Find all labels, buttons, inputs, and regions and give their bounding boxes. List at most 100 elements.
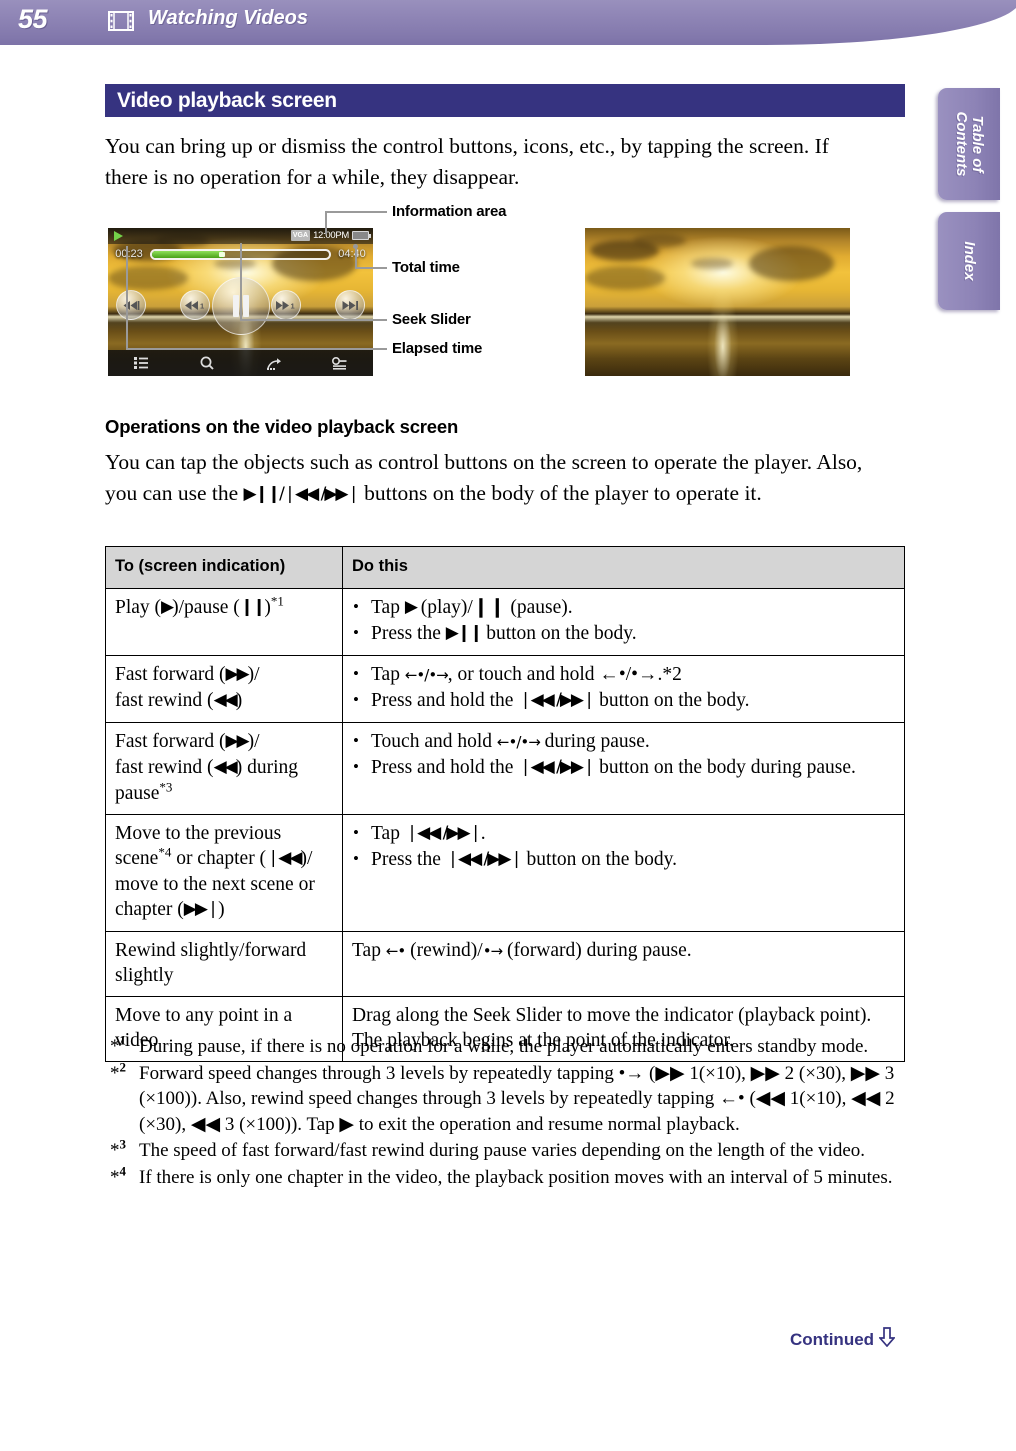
text-fragment: Press the bbox=[371, 623, 446, 644]
body-buttons-glyphs: ▶❙❙/❘◀◀ /▶▶❘ bbox=[243, 484, 361, 504]
film-strip-icon bbox=[108, 10, 134, 32]
text-fragment: )/pause ( bbox=[172, 597, 240, 618]
text-fragment: button on the body. bbox=[481, 623, 637, 644]
list-icon[interactable] bbox=[108, 357, 174, 369]
column-header-do: Do this bbox=[342, 546, 905, 589]
text-fragment: Tap bbox=[352, 940, 386, 961]
text-fragment: Touch and hold bbox=[371, 731, 497, 752]
text-fragment: or chapter ( bbox=[171, 848, 267, 869]
footnote-ref: *3 bbox=[159, 779, 173, 795]
callout-leader-line bbox=[355, 246, 357, 268]
fast-forward-1-button[interactable]: 1 bbox=[271, 290, 301, 320]
callout-leader-line bbox=[355, 267, 387, 269]
list-item: Tap ▶ (play)/❙❙ (pause). bbox=[352, 594, 895, 621]
table-row: Play (▶)/pause (❙❙)*1 Tap ▶ (play)/❙❙ (p… bbox=[105, 588, 905, 656]
previous-track-button[interactable] bbox=[116, 290, 146, 320]
total-time-text: 04:40 bbox=[338, 248, 366, 260]
list-item: Press and hold the ❘◀◀ /▶▶❘ button on th… bbox=[352, 687, 895, 714]
page-title: Watching Videos bbox=[148, 7, 309, 29]
play-pause-glyph: ▶❙❙ bbox=[445, 623, 484, 643]
text-fragment: Press and hold the bbox=[371, 690, 519, 711]
svg-text:1: 1 bbox=[291, 301, 295, 309]
list-item: Press the ▶❙❙ button on the body. bbox=[352, 620, 895, 647]
text-fragment: Tap bbox=[371, 823, 405, 844]
list-item: Touch and hold ←•/•→ during pause. bbox=[352, 728, 895, 755]
footnote-text: During pause, if there is no operation f… bbox=[139, 1036, 869, 1057]
text-fragment: Fast forward ( bbox=[115, 664, 226, 685]
text-fragment: Press and hold the bbox=[371, 757, 519, 778]
footnote-marker: *1 bbox=[110, 1032, 126, 1057]
text-fragment: , or touch and hold ←•/•→.*2 bbox=[447, 664, 682, 685]
row-label-rewind-slightly: Rewind slightly/forward slightly bbox=[105, 931, 343, 997]
play-glyph: ▶ bbox=[161, 597, 174, 617]
rewind-forward-glyph: ←•/•→ bbox=[496, 733, 541, 751]
table-of-contents-tab[interactable]: Table of Contents bbox=[938, 88, 1000, 200]
prev-next-glyph: ❘◀◀ /▶▶❘ bbox=[404, 823, 483, 843]
callout-information-area: Information area bbox=[392, 203, 507, 220]
next-track-button[interactable] bbox=[335, 290, 365, 320]
text-fragment: fast rewind ( bbox=[115, 690, 214, 711]
text-fragment: during pause. bbox=[539, 731, 650, 752]
text-fragment: button on the body. bbox=[594, 690, 750, 711]
list-item: Tap ❘◀◀ /▶▶❘. bbox=[352, 820, 895, 847]
operations-intro-post: buttons on the body of the player to ope… bbox=[358, 481, 762, 505]
prev-next-glyph: ❘◀◀ /▶▶❘ bbox=[445, 849, 524, 869]
index-tab-label: Index bbox=[960, 241, 978, 281]
section-banner: Video playback screen bbox=[105, 84, 905, 117]
text-fragment: (rewind)/ bbox=[405, 940, 483, 961]
continued-label: Continued bbox=[790, 1329, 875, 1349]
fast-rewind-glyph: ◀◀ bbox=[213, 690, 238, 710]
row-label-ff-frew-pause: Fast forward (▶▶)/fast rewind (◀◀) durin… bbox=[105, 722, 343, 815]
callout-leader-line bbox=[325, 211, 327, 234]
table-header-row: To (screen indication) Do this bbox=[105, 546, 905, 589]
fast-rewind-glyph: ◀◀ bbox=[213, 757, 238, 777]
sun-reflection bbox=[585, 228, 850, 376]
page-header: 55 Watching Videos bbox=[0, 0, 1016, 45]
options-icon[interactable] bbox=[307, 356, 373, 370]
rewind-glyph: ←• bbox=[385, 942, 406, 960]
row-action-ff-frew: Tap ←•/•→, or touch and hold ←•/•→.*2 Pr… bbox=[342, 655, 905, 723]
fast-rewind-1-button[interactable]: 1 bbox=[180, 290, 210, 320]
svg-text:1: 1 bbox=[200, 301, 204, 309]
sunset-photo bbox=[585, 228, 850, 376]
callout-total-time: Total time bbox=[392, 259, 460, 276]
status-indicators: VGA 12:00PM bbox=[290, 230, 371, 241]
seek-slider-fill bbox=[152, 250, 223, 258]
table-row: Rewind slightly/forward slightly Tap ←• … bbox=[105, 931, 905, 997]
callout-leader-line bbox=[126, 348, 387, 350]
text-fragment: ) bbox=[218, 899, 225, 920]
player-bottom-bar bbox=[108, 350, 373, 376]
seek-slider-knob[interactable] bbox=[218, 251, 225, 257]
text-fragment: (play)/❙❙ (pause). bbox=[415, 597, 573, 618]
share-icon[interactable] bbox=[241, 357, 307, 370]
clock-text: 12:00PM bbox=[313, 230, 349, 241]
search-icon[interactable] bbox=[174, 356, 240, 370]
prev-next-glyph: ❘◀◀ /▶▶❘ bbox=[518, 690, 596, 710]
continued-footer: Continued bbox=[790, 1327, 896, 1352]
callout-anchor-dot bbox=[353, 244, 358, 249]
intro-paragraph: You can bring up or dismiss the control … bbox=[105, 134, 829, 189]
row-action-play-pause: Tap ▶ (play)/❙❙ (pause). Press the ▶❙❙ b… bbox=[342, 588, 905, 656]
footnote-text: Forward speed changes through 3 levels b… bbox=[139, 1062, 895, 1135]
list-item: Press the ❘◀◀ /▶▶❘ button on the body. bbox=[352, 846, 895, 873]
text-fragment: button on the body during pause. bbox=[594, 757, 856, 778]
callout-leader-line bbox=[325, 211, 387, 213]
footnote-3: *3 The speed of fast forward/fast rewind… bbox=[110, 1138, 905, 1164]
pause-glyph: ❙❙ bbox=[239, 597, 266, 617]
callout-leader-line bbox=[240, 243, 242, 320]
text-fragment: . bbox=[480, 823, 486, 844]
column-header-to: To (screen indication) bbox=[105, 546, 343, 589]
text-fragment: Tap bbox=[371, 597, 405, 618]
footnote-text: The speed of fast forward/fast rewind du… bbox=[139, 1140, 865, 1161]
index-tab[interactable]: Index bbox=[938, 212, 1000, 310]
text-fragment: Play ( bbox=[115, 597, 162, 618]
text-fragment: ) bbox=[235, 690, 243, 711]
footnote-ref: *1 bbox=[270, 593, 284, 609]
footnotes: *1 During pause, if there is no operatio… bbox=[110, 1034, 905, 1191]
footnote-1: *1 During pause, if there is no operatio… bbox=[110, 1034, 905, 1060]
row-label-move-scene: Move to the previous scene*4 or chapter … bbox=[105, 814, 343, 932]
section-banner-title: Video playback screen bbox=[117, 89, 337, 112]
row-action-rewind-slightly: Tap ←• (rewind)/•→ (forward) during paus… bbox=[342, 931, 905, 997]
row-action-move-scene: Tap ❘◀◀ /▶▶❘. Press the ❘◀◀ /▶▶❘ button … bbox=[342, 814, 905, 932]
play-glyph: ▶ bbox=[404, 597, 418, 617]
